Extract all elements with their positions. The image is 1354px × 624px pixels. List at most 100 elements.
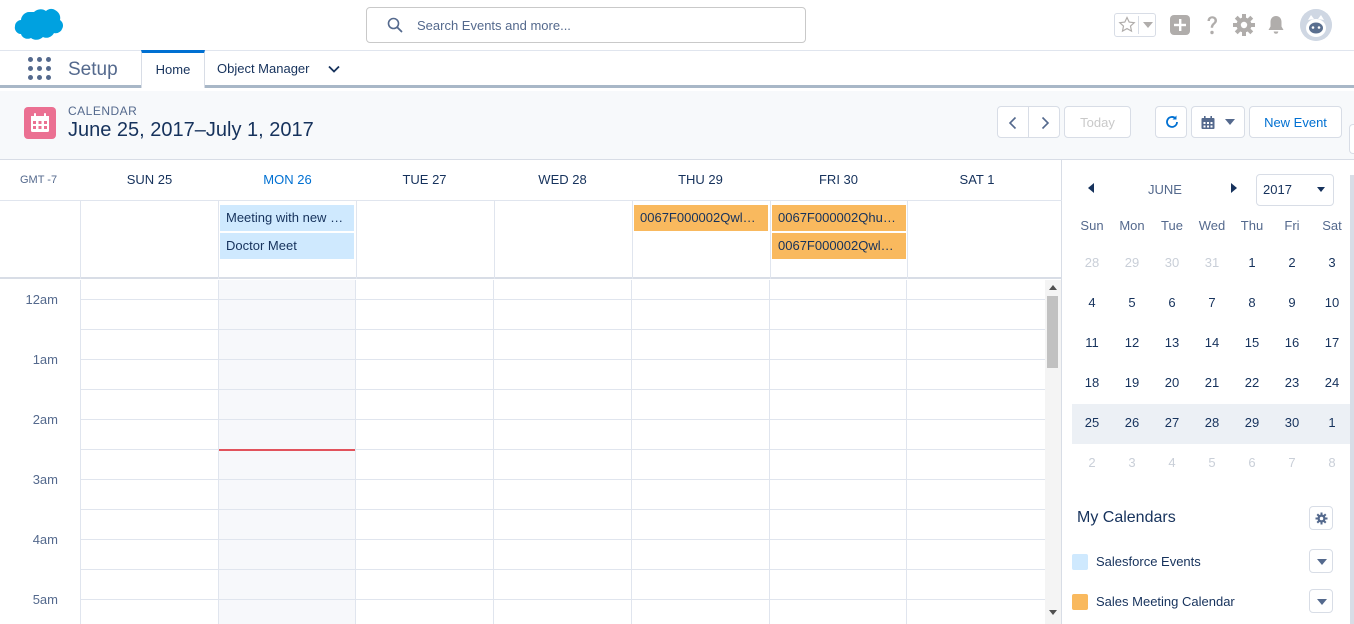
next-week-button[interactable] [1028, 106, 1060, 138]
mini-calendar-day[interactable]: 16 [1272, 335, 1312, 350]
event-item[interactable]: 0067F000002QwlO... [634, 205, 768, 231]
mini-calendar-day[interactable]: 20 [1152, 375, 1192, 390]
mini-calendar-day[interactable]: 3 [1112, 455, 1152, 470]
mini-calendar-day[interactable]: 15 [1232, 335, 1272, 350]
new-event-button[interactable]: New Event [1249, 106, 1342, 138]
tab-home[interactable]: Home [141, 50, 205, 92]
day-header-sat[interactable]: SAT 1 [907, 172, 1047, 187]
mini-calendar-day[interactable]: 4 [1072, 295, 1112, 310]
next-month-icon[interactable] [1229, 182, 1239, 194]
day-header-fri[interactable]: FRI 30 [770, 172, 907, 187]
calendar-options-menu-button[interactable] [1309, 549, 1333, 573]
mini-calendar-day[interactable]: 29 [1232, 415, 1272, 430]
salesforce-cloud-logo[interactable] [14, 8, 64, 42]
calendar-color-swatch[interactable] [1072, 594, 1088, 610]
time-grid-scrollbar[interactable] [1045, 280, 1061, 624]
mini-calendar-day[interactable]: 5 [1112, 295, 1152, 310]
day-header-row: GMT -7 SUN 25 MON 26 TUE 27 WED 28 THU 2… [0, 160, 1062, 201]
mini-calendar-day[interactable]: 28 [1072, 255, 1112, 270]
mini-calendar-day[interactable]: 30 [1152, 255, 1192, 270]
mini-calendar-day[interactable]: 6 [1232, 455, 1272, 470]
event-item[interactable]: Meeting with new cli... [220, 205, 354, 231]
mini-calendar-day[interactable]: 8 [1232, 295, 1272, 310]
mini-calendar-day[interactable]: 13 [1152, 335, 1192, 350]
notifications-bell-icon[interactable] [1263, 12, 1289, 38]
mini-calendar-day[interactable]: 26 [1112, 415, 1152, 430]
side-panel-scrollbar[interactable] [1350, 175, 1354, 624]
time-grid[interactable]: 12am 1am 2am 3am 4am 5am [0, 280, 1045, 624]
search-input[interactable] [417, 9, 797, 41]
chevron-down-icon[interactable] [1143, 22, 1153, 29]
mini-calendar-day[interactable]: 18 [1072, 375, 1112, 390]
today-button[interactable]: Today [1064, 106, 1131, 138]
mini-calendar-day[interactable]: 11 [1072, 335, 1112, 350]
mini-calendar-day[interactable]: 24 [1312, 375, 1352, 390]
mini-calendar-day[interactable]: 29 [1112, 255, 1152, 270]
mini-calendar-day[interactable]: 4 [1152, 455, 1192, 470]
mini-calendar-week: 18 19 20 21 22 23 24 [1072, 364, 1352, 404]
calendar-name: Sales Meeting Calendar [1096, 594, 1235, 609]
mini-calendar-day[interactable]: 17 [1312, 335, 1352, 350]
day-header-sun[interactable]: SUN 25 [81, 172, 218, 187]
mini-calendar-day[interactable]: 9 [1272, 295, 1312, 310]
my-calendars-settings-button[interactable] [1309, 506, 1333, 530]
mini-calendar-day[interactable]: 7 [1192, 295, 1232, 310]
day-header-tue[interactable]: TUE 27 [356, 172, 493, 187]
scroll-thumb[interactable] [1047, 296, 1058, 368]
mini-calendar-day[interactable]: 1 [1312, 415, 1352, 430]
app-launcher-icon[interactable] [28, 57, 52, 81]
event-item[interactable]: Doctor Meet [220, 233, 354, 259]
tab-object-manager[interactable]: Object Manager [217, 61, 310, 76]
mini-calendar-day[interactable]: 30 [1272, 415, 1312, 430]
avatar[interactable] [1300, 9, 1332, 41]
add-icon[interactable] [1167, 12, 1193, 38]
calendar-options-menu-button[interactable] [1309, 589, 1333, 613]
calendar-list-item[interactable]: Sales Meeting Calendar [1072, 586, 1334, 614]
favorites-button[interactable] [1114, 13, 1156, 37]
mini-calendar-day[interactable]: 5 [1192, 455, 1232, 470]
setup-gear-icon[interactable] [1231, 12, 1257, 38]
mini-calendar-day[interactable]: 19 [1112, 375, 1152, 390]
mini-calendar-day[interactable]: 10 [1312, 295, 1352, 310]
search-icon [387, 17, 403, 33]
global-search[interactable] [366, 7, 806, 43]
event-item[interactable]: 0067F000002QhuL... [772, 205, 906, 231]
help-icon[interactable] [1199, 12, 1225, 38]
mini-calendar-day[interactable]: 27 [1152, 415, 1192, 430]
previous-week-button[interactable] [997, 106, 1029, 138]
mini-calendar-month: JUNE [1148, 182, 1182, 197]
mini-calendar-day[interactable]: 12 [1112, 335, 1152, 350]
previous-month-icon[interactable] [1086, 182, 1096, 194]
mini-calendar-day[interactable]: 23 [1272, 375, 1312, 390]
mini-calendar-day[interactable]: 3 [1312, 255, 1352, 270]
mini-calendar-day[interactable]: 7 [1272, 455, 1312, 470]
mini-calendar-day[interactable]: 6 [1152, 295, 1192, 310]
chevron-down-icon[interactable] [327, 62, 341, 76]
mini-calendar-day[interactable]: 14 [1192, 335, 1232, 350]
mini-calendar-day[interactable]: 8 [1312, 455, 1352, 470]
mini-calendar-day[interactable]: 28 [1192, 415, 1232, 430]
calendar-color-swatch[interactable] [1072, 554, 1088, 570]
day-header-mon[interactable]: MON 26 [219, 172, 356, 187]
mini-calendar-day[interactable]: 31 [1192, 255, 1232, 270]
scroll-up-icon[interactable] [1049, 284, 1057, 290]
hour-label: 12am [25, 292, 58, 307]
event-item[interactable]: 0067F000002QwlJQ... [772, 233, 906, 259]
side-panel-toggle[interactable] [1349, 124, 1354, 154]
mini-calendar-day[interactable]: 1 [1232, 255, 1272, 270]
mini-calendar-day[interactable]: 22 [1232, 375, 1272, 390]
hour-label: 2am [32, 412, 58, 427]
day-header-thu[interactable]: THU 29 [632, 172, 769, 187]
mini-calendar-week: 4 5 6 7 8 9 10 [1072, 284, 1352, 324]
day-header-wed[interactable]: WED 28 [494, 172, 631, 187]
mini-calendar-day[interactable]: 2 [1072, 455, 1112, 470]
calendar-side-panel: JUNE 2017 Sun Mon Tue Wed Thu Fri Sat 28… [1062, 160, 1354, 624]
year-select[interactable]: 2017 [1256, 174, 1334, 206]
calendar-view-menu-button[interactable] [1191, 106, 1245, 138]
mini-calendar-day[interactable]: 21 [1192, 375, 1232, 390]
scroll-down-icon[interactable] [1049, 610, 1057, 616]
refresh-button[interactable] [1155, 106, 1187, 138]
mini-calendar-day[interactable]: 25 [1072, 415, 1112, 430]
mini-calendar-day[interactable]: 2 [1272, 255, 1312, 270]
calendar-list-item[interactable]: Salesforce Events [1072, 546, 1334, 574]
